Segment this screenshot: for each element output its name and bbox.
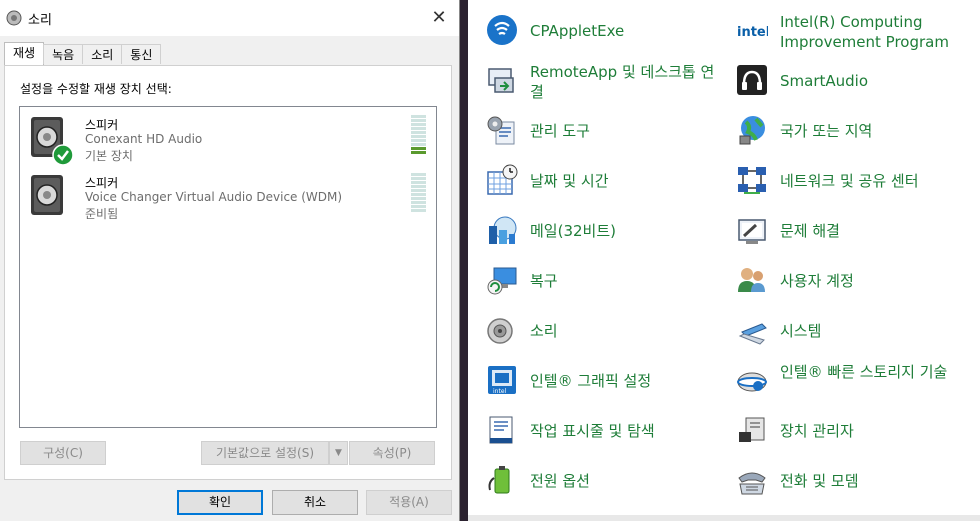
cp-label: 시스템 (780, 322, 822, 340)
cp-label: 전화 및 모뎀 (780, 472, 859, 490)
playback-panel: 설정을 수정할 재생 장치 선택: 스피커 Conexant HD Audio … (4, 65, 452, 480)
close-button[interactable]: ✕ (429, 8, 449, 28)
cp-label: 날짜 및 시간 (530, 172, 609, 190)
tab-bar: 재생 녹음 소리 통신 (4, 42, 162, 66)
properties-button[interactable]: 속성(P) (349, 441, 435, 465)
device-name: 스피커 (85, 176, 119, 190)
cp-item-phone-modem[interactable]: 전화 및 모뎀 (718, 462, 968, 506)
cp-label: 작업 표시줄 및 탐색 (530, 422, 655, 440)
device-state: 준비됨 (85, 207, 119, 221)
system-icon (738, 323, 767, 345)
cp-label: 인텔® 빠른 스토리지 기술 (780, 363, 948, 381)
set-default-button[interactable]: 기본값으로 설정(S) (201, 441, 329, 465)
cp-label: 국가 또는 지역 (780, 122, 873, 140)
speaker-icon (6, 10, 22, 26)
device-item[interactable]: 스피커 Voice Changer Virtual Audio Device (… (28, 173, 428, 225)
ok-button[interactable]: 확인 (177, 490, 263, 515)
mail-icon (489, 216, 517, 244)
cp-label: 전원 옵션 (530, 472, 590, 490)
tab-sounds[interactable]: 소리 (82, 44, 123, 64)
cp-item-date-time[interactable]: 날짜 및 시간 (468, 162, 718, 206)
cp-item-troubleshoot[interactable]: 문제 해결 (718, 212, 968, 256)
cp-label: 복구 (530, 272, 558, 290)
globe-icon (739, 116, 765, 145)
device-description: Conexant HD Audio (85, 132, 203, 146)
volume-meter (411, 115, 426, 157)
cp-label: 메일(32비트) (530, 222, 616, 240)
panel-instruction: 설정을 수정할 재생 장치 선택: (20, 82, 172, 96)
intel-storage-icon (737, 372, 767, 392)
device-manager-icon (739, 417, 765, 442)
volume-meter (411, 173, 426, 215)
tab-recording[interactable]: 녹음 (43, 44, 84, 64)
cp-label: CPAppletExe (530, 22, 625, 40)
cp-label: Intel(R) Computing Improvement Program (780, 13, 949, 51)
apply-button[interactable]: 적용(A) (366, 490, 452, 515)
desktop-background (460, 0, 468, 521)
phone-icon (738, 472, 766, 495)
speaker-device-icon (31, 175, 63, 215)
cp-item-network[interactable]: 네트워크 및 공유 센터 (718, 162, 968, 206)
cpapplet-icon (487, 15, 517, 45)
device-description: Voice Changer Virtual Audio Device (WDM) (85, 190, 343, 204)
cp-item-remoteapp[interactable]: RemoteApp 및 데스크톱 연결 (468, 62, 718, 106)
device-item[interactable]: 스피커 Conexant HD Audio 기본 장치 (28, 115, 428, 167)
cp-label: RemoteApp 및 데스크톱 연결 (530, 63, 715, 101)
set-default-dropdown-icon[interactable]: ▼ (329, 441, 348, 465)
cp-label: SmartAudio (780, 72, 869, 90)
users-icon (738, 268, 765, 292)
sound-dialog: 소리 ✕ 재생 녹음 소리 통신 설정을 수정할 재생 장치 선택: 스피커 C… (0, 0, 460, 521)
svg-text:intel: intel (737, 25, 768, 40)
admin-tools-icon (487, 116, 515, 145)
tab-communications[interactable]: 통신 (121, 44, 162, 64)
svg-text:intel: intel (493, 388, 507, 395)
cp-item-taskbar[interactable]: 작업 표시줄 및 탐색 (468, 412, 718, 456)
remoteapp-icon (488, 68, 514, 93)
cp-label: 소리 (530, 322, 558, 340)
device-state: 기본 장치 (85, 149, 133, 163)
cp-item-intel-graphics[interactable]: intel 인텔® 그래픽 설정 (468, 362, 718, 406)
cp-item-intel-storage[interactable]: 인텔® 빠른 스토리지 기술 (718, 362, 968, 406)
speaker-icon (487, 318, 513, 344)
cp-item-smartaudio[interactable]: SmartAudio (718, 62, 968, 106)
cp-label: 장치 관리자 (780, 422, 854, 440)
cp-item-device-manager[interactable]: 장치 관리자 (718, 412, 968, 456)
cp-label: 관리 도구 (530, 122, 590, 140)
taskbar-icon (489, 416, 513, 444)
tab-playback[interactable]: 재생 (4, 42, 45, 65)
cp-item-system[interactable]: 시스템 (718, 312, 968, 356)
cp-label: 문제 해결 (780, 222, 840, 240)
cp-item-mail[interactable]: 메일(32비트) (468, 212, 718, 256)
cancel-button[interactable]: 취소 (272, 490, 358, 515)
cp-item-sound[interactable]: 소리 (468, 312, 718, 356)
device-list[interactable]: 스피커 Conexant HD Audio 기본 장치 스피커 Voice Ch… (19, 106, 437, 428)
cp-item-region[interactable]: 국가 또는 지역 (718, 112, 968, 156)
bottom-edge (468, 515, 980, 521)
cp-label: 네트워크 및 공유 센터 (780, 172, 919, 190)
troubleshoot-icon (738, 219, 766, 244)
calendar-icon (487, 164, 518, 195)
cp-item-user-accounts[interactable]: 사용자 계정 (718, 262, 968, 306)
default-check-icon (52, 144, 74, 166)
cp-item-intel-cip[interactable]: intel Intel(R) Computing Improvement Pro… (718, 12, 968, 56)
cp-label: 인텔® 그래픽 설정 (530, 372, 652, 390)
device-name: 스피커 (85, 118, 119, 132)
cp-item-admin-tools[interactable]: 관리 도구 (468, 112, 718, 156)
title-bar[interactable]: 소리 ✕ (0, 0, 459, 36)
power-icon (488, 466, 510, 494)
cp-item-recovery[interactable]: 복구 (468, 262, 718, 306)
headphones-icon (737, 65, 767, 95)
intel-icon: intel (737, 25, 768, 40)
network-icon (738, 167, 766, 194)
intel-graphics-icon: intel (488, 366, 516, 395)
configure-button[interactable]: 구성(C) (20, 441, 106, 465)
recovery-icon (487, 267, 517, 295)
control-panel-view: CPAppletExe intel Intel(R) Computing Imp… (468, 0, 980, 521)
dialog-title: 소리 (28, 12, 52, 28)
cp-item-cpappletexe[interactable]: CPAppletExe (468, 12, 718, 56)
cp-item-power[interactable]: 전원 옵션 (468, 462, 718, 506)
cp-label: 사용자 계정 (780, 272, 854, 290)
